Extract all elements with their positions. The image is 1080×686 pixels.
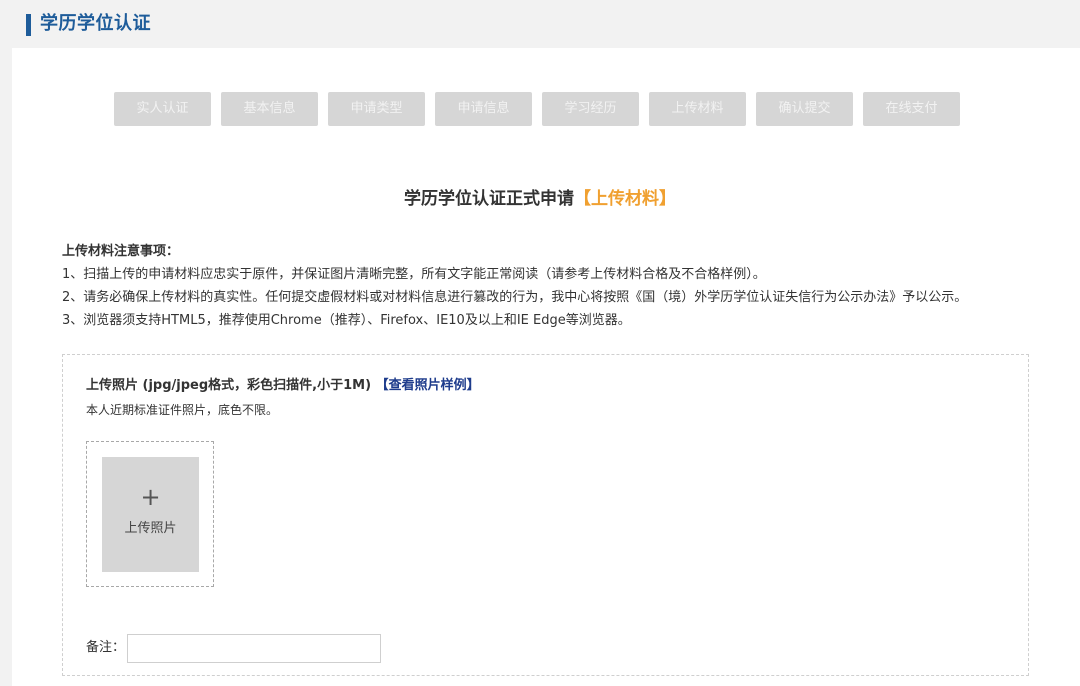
photo-upload-description: 本人近期标准证件照片，底色不限。 [86,403,279,417]
photo-upload-label: 上传照片 (jpg/jpeg格式，彩色扫描件,小于1M) 【查看照片样例】 [86,376,480,396]
step-confirm-submit[interactable]: 确认提交 [756,92,853,126]
step-application-type[interactable]: 申请类型 [328,92,425,126]
step-online-payment[interactable]: 在线支付 [863,92,960,126]
plus-icon: + [140,483,161,511]
remark-label: 备注： [86,640,126,655]
page-header: 学历学位认证 [0,0,1080,48]
view-photo-sample-link[interactable]: 【查看照片样例】 [376,378,480,393]
step-basic-info[interactable]: 基本信息 [221,92,318,126]
form-title-highlight: 【上传材料】 [574,189,676,209]
step-study-history[interactable]: 学习经历 [542,92,639,126]
note-item-1: 1、扫描上传的申请材料应忠实于原件，并保证图片清晰完整，所有文字能正常阅读（请参… [62,267,766,282]
note-item-2: 2、请务必确保上传材料的真实性。任何提交虚假材料或对材料信息进行篡改的行为，我中… [62,290,968,305]
step-real-name-auth[interactable]: 实人认证 [114,92,211,126]
form-title-text: 学历学位认证正式申请 [404,189,574,209]
step-application-info[interactable]: 申请信息 [435,92,532,126]
step-upload-materials[interactable]: 上传材料 [649,92,746,126]
upload-notes: 上传材料注意事项： 1、扫描上传的申请材料应忠实于原件，并保证图片清晰完整，所有… [62,240,967,332]
note-item-3: 3、浏览器须支持HTML5，推荐使用Chrome（推荐）、Firefox、IE1… [62,313,631,328]
header-accent-bar [26,14,31,36]
upload-photo-button[interactable]: + 上传照片 [102,457,199,572]
upload-photo-text: 上传照片 [124,521,177,536]
step-nav: 实人认证 基本信息 申请类型 申请信息 学习经历 上传材料 确认提交 在线支付 [114,92,960,126]
photo-upload-label-text: 上传照片 (jpg/jpeg格式，彩色扫描件,小于1M) [86,378,372,393]
remark-input[interactable] [127,634,381,663]
form-title: 学历学位认证正式申请【上传材料】 [0,186,1080,212]
page-header-title: 学历学位认证 [40,13,151,34]
notes-title: 上传材料注意事项： [62,244,180,259]
